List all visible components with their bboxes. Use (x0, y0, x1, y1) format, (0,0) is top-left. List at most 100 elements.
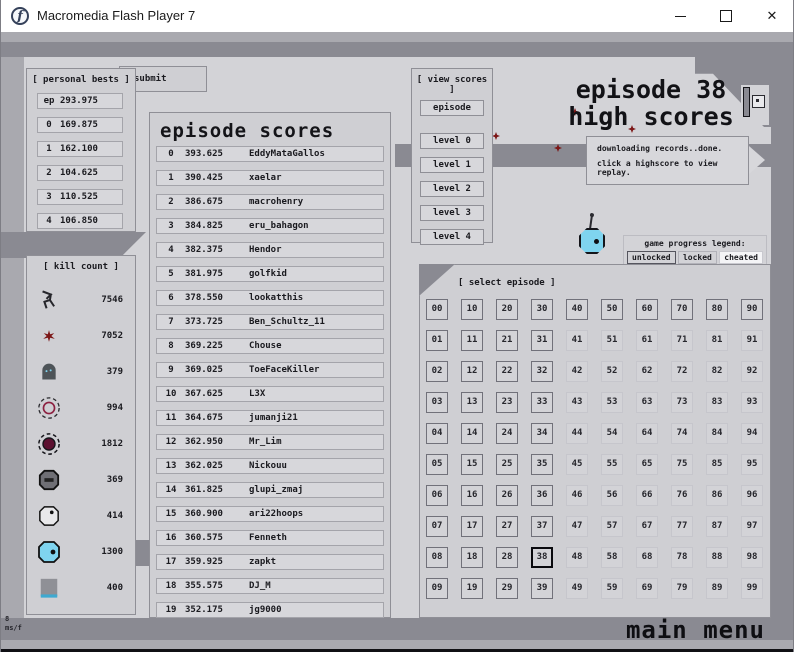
episode-button[interactable]: episode (420, 100, 484, 116)
episode-cell-23[interactable]: 23 (496, 392, 518, 413)
episode-cell-51[interactable]: 51 (601, 330, 623, 351)
episode-cell-11[interactable]: 11 (461, 330, 483, 351)
episode-cell-37[interactable]: 37 (531, 516, 553, 537)
episode-cell-64[interactable]: 64 (636, 423, 658, 444)
episode-cell-69[interactable]: 69 (636, 578, 658, 599)
episode-cell-03[interactable]: 03 (426, 392, 448, 413)
episode-cell-18[interactable]: 18 (461, 547, 483, 568)
level-2-button[interactable]: level 2 (420, 181, 484, 197)
score-row[interactable]: 1390.425xaelar (156, 170, 384, 186)
score-row[interactable]: 9369.025ToeFaceKiller (156, 362, 384, 378)
episode-cell-27[interactable]: 27 (496, 516, 518, 537)
level-4-button[interactable]: level 4 (420, 229, 484, 245)
episode-cell-68[interactable]: 68 (636, 547, 658, 568)
score-row[interactable]: 8369.225Chouse (156, 338, 384, 354)
episode-cell-94[interactable]: 94 (741, 423, 763, 444)
episode-cell-34[interactable]: 34 (531, 423, 553, 444)
episode-cell-72[interactable]: 72 (671, 361, 693, 382)
score-row[interactable]: 13362.025Nickouu (156, 458, 384, 474)
episode-cell-17[interactable]: 17 (461, 516, 483, 537)
episode-cell-57[interactable]: 57 (601, 516, 623, 537)
episode-cell-44[interactable]: 44 (566, 423, 588, 444)
episode-cell-95[interactable]: 95 (741, 454, 763, 475)
episode-cell-76[interactable]: 76 (671, 485, 693, 506)
episode-cell-29[interactable]: 29 (496, 578, 518, 599)
score-row[interactable]: 3384.825eru_bahagon (156, 218, 384, 234)
episode-cell-65[interactable]: 65 (636, 454, 658, 475)
score-row[interactable]: 11364.675jumanji21 (156, 410, 384, 426)
score-row[interactable]: 18355.575DJ_M (156, 578, 384, 594)
episode-cell-24[interactable]: 24 (496, 423, 518, 444)
episode-cell-22[interactable]: 22 (496, 361, 518, 382)
episode-cell-25[interactable]: 25 (496, 454, 518, 475)
episode-cell-96[interactable]: 96 (741, 485, 763, 506)
episode-cell-47[interactable]: 47 (566, 516, 588, 537)
score-row[interactable]: 19352.175jg9000 (156, 602, 384, 618)
episode-cell-98[interactable]: 98 (741, 547, 763, 568)
episode-cell-91[interactable]: 91 (741, 330, 763, 351)
score-row[interactable]: 5381.975golfkid (156, 266, 384, 282)
episode-cell-33[interactable]: 33 (531, 392, 553, 413)
episode-cell-49[interactable]: 49 (566, 578, 588, 599)
level-0-button[interactable]: level 0 (420, 133, 484, 149)
score-row[interactable]: 14361.825glupi_zmaj (156, 482, 384, 498)
episode-cell-92[interactable]: 92 (741, 361, 763, 382)
episode-cell-46[interactable]: 46 (566, 485, 588, 506)
episode-cell-75[interactable]: 75 (671, 454, 693, 475)
episode-cell-48[interactable]: 48 (566, 547, 588, 568)
episode-cell-87[interactable]: 87 (706, 516, 728, 537)
episode-cell-12[interactable]: 12 (461, 361, 483, 382)
maximize-button[interactable] (703, 0, 749, 32)
score-row[interactable]: 12362.950Mr_Lim (156, 434, 384, 450)
episode-cell-39[interactable]: 39 (531, 578, 553, 599)
episode-cell-55[interactable]: 55 (601, 454, 623, 475)
episode-cell-62[interactable]: 62 (636, 361, 658, 382)
episode-cell-78[interactable]: 78 (671, 547, 693, 568)
episode-cell-67[interactable]: 67 (636, 516, 658, 537)
episode-cell-31[interactable]: 31 (531, 330, 553, 351)
episode-cell-07[interactable]: 07 (426, 516, 448, 537)
episode-cell-35[interactable]: 35 (531, 454, 553, 475)
episode-cell-99[interactable]: 99 (741, 578, 763, 599)
episode-cell-45[interactable]: 45 (566, 454, 588, 475)
episode-cell-00[interactable]: 00 (426, 299, 448, 320)
episode-cell-97[interactable]: 97 (741, 516, 763, 537)
episode-cell-70[interactable]: 70 (671, 299, 693, 320)
episode-cell-21[interactable]: 21 (496, 330, 518, 351)
episode-cell-79[interactable]: 79 (671, 578, 693, 599)
episode-cell-10[interactable]: 10 (461, 299, 483, 320)
score-row[interactable]: 2386.675macrohenry (156, 194, 384, 210)
episode-cell-26[interactable]: 26 (496, 485, 518, 506)
episode-cell-84[interactable]: 84 (706, 423, 728, 444)
episode-cell-88[interactable]: 88 (706, 547, 728, 568)
episode-cell-89[interactable]: 89 (706, 578, 728, 599)
episode-cell-01[interactable]: 01 (426, 330, 448, 351)
score-row[interactable]: 6378.550lookatthis (156, 290, 384, 306)
episode-cell-06[interactable]: 06 (426, 485, 448, 506)
episode-cell-83[interactable]: 83 (706, 392, 728, 413)
close-button[interactable]: ✕ (749, 0, 794, 32)
episode-cell-28[interactable]: 28 (496, 547, 518, 568)
episode-cell-14[interactable]: 14 (461, 423, 483, 444)
episode-cell-58[interactable]: 58 (601, 547, 623, 568)
score-row[interactable]: 10367.625L3X (156, 386, 384, 402)
episode-cell-40[interactable]: 40 (566, 299, 588, 320)
episode-cell-90[interactable]: 90 (741, 299, 763, 320)
episode-cell-19[interactable]: 19 (461, 578, 483, 599)
episode-cell-56[interactable]: 56 (601, 485, 623, 506)
score-row[interactable]: 16360.575Fenneth (156, 530, 384, 546)
episode-cell-54[interactable]: 54 (601, 423, 623, 444)
episode-cell-61[interactable]: 61 (636, 330, 658, 351)
score-row[interactable]: 17359.925zapkt (156, 554, 384, 570)
episode-cell-52[interactable]: 52 (601, 361, 623, 382)
episode-cell-50[interactable]: 50 (601, 299, 623, 320)
episode-cell-30[interactable]: 30 (531, 299, 553, 320)
score-row[interactable]: 4382.375Hendor (156, 242, 384, 258)
episode-cell-81[interactable]: 81 (706, 330, 728, 351)
episode-cell-59[interactable]: 59 (601, 578, 623, 599)
episode-cell-41[interactable]: 41 (566, 330, 588, 351)
episode-cell-36[interactable]: 36 (531, 485, 553, 506)
episode-cell-71[interactable]: 71 (671, 330, 693, 351)
episode-cell-13[interactable]: 13 (461, 392, 483, 413)
episode-cell-38[interactable]: 38 (531, 547, 553, 568)
